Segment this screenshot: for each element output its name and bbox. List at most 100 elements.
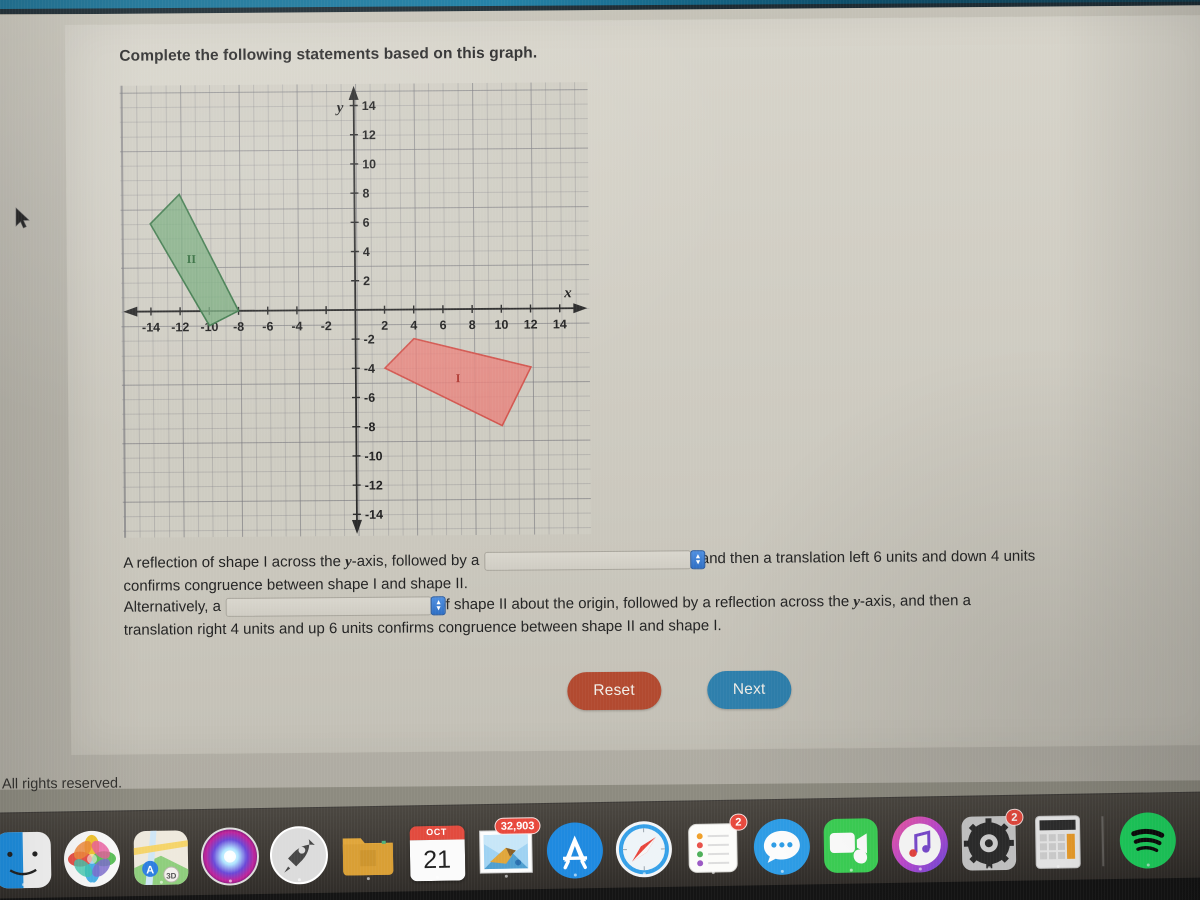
y-axis-label: y <box>335 100 344 116</box>
shape-label-i: I <box>456 371 461 385</box>
dock-running-indicator <box>849 868 853 872</box>
calendar-day: 21 <box>409 838 465 881</box>
mouse-cursor-icon <box>15 207 30 229</box>
dock-running-indicator <box>504 874 508 878</box>
dock-running-indicator <box>159 880 163 884</box>
svg-text:3D: 3D <box>166 871 177 880</box>
reset-button[interactable]: Reset <box>567 671 661 711</box>
x-tick-label: -12 <box>171 320 189 334</box>
folder-icon-art <box>337 824 398 885</box>
statement-3-text-a: Alternatively, a <box>123 597 226 616</box>
dock-running-indicator <box>90 881 94 885</box>
safari-icon[interactable] <box>612 818 675 881</box>
dock-badge: 32,903 <box>494 817 541 835</box>
maps-icon-art: A 3D <box>130 827 191 888</box>
maps-icon[interactable]: A 3D <box>129 826 192 889</box>
calendar-month: OCT <box>408 824 465 840</box>
dock-badge: 2 <box>1005 808 1024 826</box>
launchpad-icon[interactable] <box>267 824 330 887</box>
chevron-updown-icon-1[interactable]: ▲ ▼ <box>690 550 706 570</box>
y-tick-label: -10 <box>364 449 382 463</box>
statement-3-text-b: of shape II about the origin, followed b… <box>433 593 854 614</box>
y-tick-label: -14 <box>365 508 383 522</box>
statement-1-text-b: -axis, followed by a <box>351 551 484 570</box>
dock-running-indicator <box>918 867 922 871</box>
y-tick-label: -4 <box>364 362 375 376</box>
siri-icon-art <box>199 826 260 887</box>
statement-3-text-c: -axis, and then a <box>859 592 971 610</box>
dock-running-indicator <box>780 869 784 873</box>
shape-label-ii: II <box>187 252 197 266</box>
x-tick-label: 4 <box>410 318 417 332</box>
y-tick-label: 14 <box>362 99 376 113</box>
y-tick-label: 12 <box>362 128 376 142</box>
next-button[interactable]: Next <box>706 670 792 710</box>
dock-running-indicator <box>1056 865 1060 869</box>
dock-running-indicator <box>366 877 370 881</box>
dock-running-indicator <box>573 873 577 877</box>
system-preferences-icon[interactable]: 2 <box>957 808 1024 875</box>
x-axis-label: x <box>563 285 572 301</box>
facetime-icon[interactable] <box>819 814 882 877</box>
y-tick-label: 8 <box>362 187 369 201</box>
itunes-icon-art <box>889 814 950 875</box>
y-tick-label: 6 <box>363 216 370 230</box>
x-tick-label: -2 <box>321 319 332 333</box>
transformation-dropdown-2[interactable]: ▲ ▼ <box>226 595 447 617</box>
y-tick-label: 10 <box>362 157 376 171</box>
action-buttons: Reset Next <box>567 670 792 711</box>
safari-icon-art <box>613 819 674 880</box>
axes <box>123 85 588 534</box>
siri-icon[interactable] <box>198 825 261 888</box>
footer-text: All rights reserved. <box>1 775 123 793</box>
y-tick-label: -12 <box>365 478 383 492</box>
dock-running-indicator <box>987 866 991 870</box>
calculator-icon[interactable] <box>1026 811 1089 874</box>
spotify-icon[interactable] <box>1116 809 1179 872</box>
dock-running-indicator <box>435 875 439 879</box>
coordinate-graph: y x -14 -12 -10 -8 -6 -4 -2 2 4 6 8 10 12 14 14 12 10 8 6 4… <box>119 82 592 538</box>
statement-1-text-a: A reflection of shape I across the <box>123 553 346 572</box>
finder-icon-art <box>0 830 54 891</box>
calendar-face: OCT 21 <box>408 824 465 881</box>
y-tick-label: 4 <box>363 245 370 259</box>
worksheet: Complete the following statements based … <box>0 0 1200 795</box>
x-tick-label: -6 <box>262 320 273 334</box>
messages-icon-art <box>751 816 812 877</box>
dock-running-indicator <box>297 878 301 882</box>
dock-running-indicator <box>711 871 715 875</box>
dock-running-indicator <box>1146 863 1150 867</box>
x-tick-label: 14 <box>553 317 567 331</box>
mail-icon[interactable]: 32,903 <box>474 817 541 883</box>
calendar-icon[interactable]: OCT 21 <box>405 821 468 884</box>
x-tick-label: 6 <box>440 318 447 332</box>
spotify-icon-art <box>1117 810 1178 871</box>
x-tick-label: 10 <box>494 318 508 332</box>
dock-badge: 2 <box>729 813 748 831</box>
x-tick-label: -14 <box>142 320 160 334</box>
folder-icon[interactable] <box>336 823 399 886</box>
photos-icon-art <box>61 828 122 889</box>
y-tick-label: -2 <box>364 332 375 346</box>
app-store-icon[interactable] <box>543 819 606 882</box>
finder-icon[interactable] <box>0 829 55 892</box>
launchpad-icon-art <box>268 825 329 886</box>
transformation-dropdown-1[interactable]: ▲ ▼ <box>484 549 706 571</box>
x-tick-label: 12 <box>524 317 538 331</box>
svg-text:A: A <box>146 864 154 876</box>
app-store-icon-art <box>544 820 605 881</box>
graph-svg: y x -14 -12 -10 -8 -6 -4 -2 2 4 6 8 10 12 14 14 12 10 8 6 4… <box>123 85 588 534</box>
y-tick-label: 2 <box>363 274 370 288</box>
y-tick-label: -6 <box>364 391 375 405</box>
calculator-icon-art <box>1027 812 1088 873</box>
reminders-icon[interactable]: 2 <box>681 813 748 880</box>
photos-icon[interactable] <box>60 827 123 890</box>
y-tick-label: -8 <box>364 420 375 434</box>
statements-block: A reflection of shape I across the y-axi… <box>123 545 1164 641</box>
facetime-icon-art <box>820 815 881 876</box>
chevron-updown-icon-2[interactable]: ▲ ▼ <box>431 596 447 616</box>
itunes-icon[interactable] <box>888 813 951 876</box>
x-tick-label: 2 <box>381 319 388 333</box>
messages-icon[interactable] <box>750 815 813 878</box>
x-tick-label: -8 <box>233 320 244 334</box>
